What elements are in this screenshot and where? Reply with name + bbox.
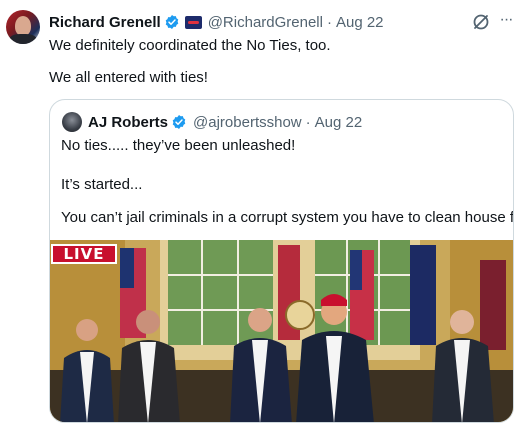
quoted-tweet-date: Aug 22 <box>314 113 363 131</box>
quoted-author-handle: @ajrobertsshow <box>193 113 302 131</box>
avatar-face <box>15 16 31 36</box>
quoted-media-image[interactable]: LIVE <box>50 240 513 422</box>
quoted-tweet[interactable]: AJ Roberts @ajrobertsshow · Aug 22 No ti… <box>49 99 514 423</box>
tweet[interactable]: Richard Grenell @RichardGrenell · Aug 22… <box>0 0 529 425</box>
live-badge: LIVE <box>51 244 117 264</box>
avatar-suit <box>9 34 37 44</box>
quoted-separator-dot: · <box>305 113 311 131</box>
quoted-author-name: AJ Roberts <box>88 113 169 131</box>
separator-dot: · <box>326 13 332 31</box>
author-name[interactable]: Richard Grenell <box>49 14 161 31</box>
author-avatar[interactable] <box>6 10 40 44</box>
tweet-date[interactable]: Aug 22 <box>336 14 384 31</box>
quoted-tweet-header: AJ Roberts @ajrobertsshow · Aug 22 <box>88 112 362 132</box>
quoted-author-avatar <box>62 112 82 132</box>
quoted-text-line-2: It’s started... <box>61 176 143 193</box>
more-icon[interactable]: ··· <box>496 11 516 31</box>
verified-badge-icon[interactable] <box>164 14 180 30</box>
tweet-text-line-2: We all entered with ties! <box>49 69 208 86</box>
oval-office-scene <box>50 240 513 422</box>
tweet-text-line-1: We definitely coordinated the No Ties, t… <box>49 37 331 54</box>
quoted-text-line-3: You can’t jail criminals in a corrupt sy… <box>61 209 514 226</box>
quoted-text-line-1: No ties..... they’ve been unleashed! <box>61 137 296 154</box>
quoted-verified-badge-icon <box>172 115 186 129</box>
grok-icon[interactable] <box>471 12 491 32</box>
author-handle[interactable]: @RichardGrenell <box>208 14 323 31</box>
flag-badge-icon <box>184 15 202 29</box>
tweet-header: Richard Grenell @RichardGrenell · Aug 22 <box>49 12 384 32</box>
